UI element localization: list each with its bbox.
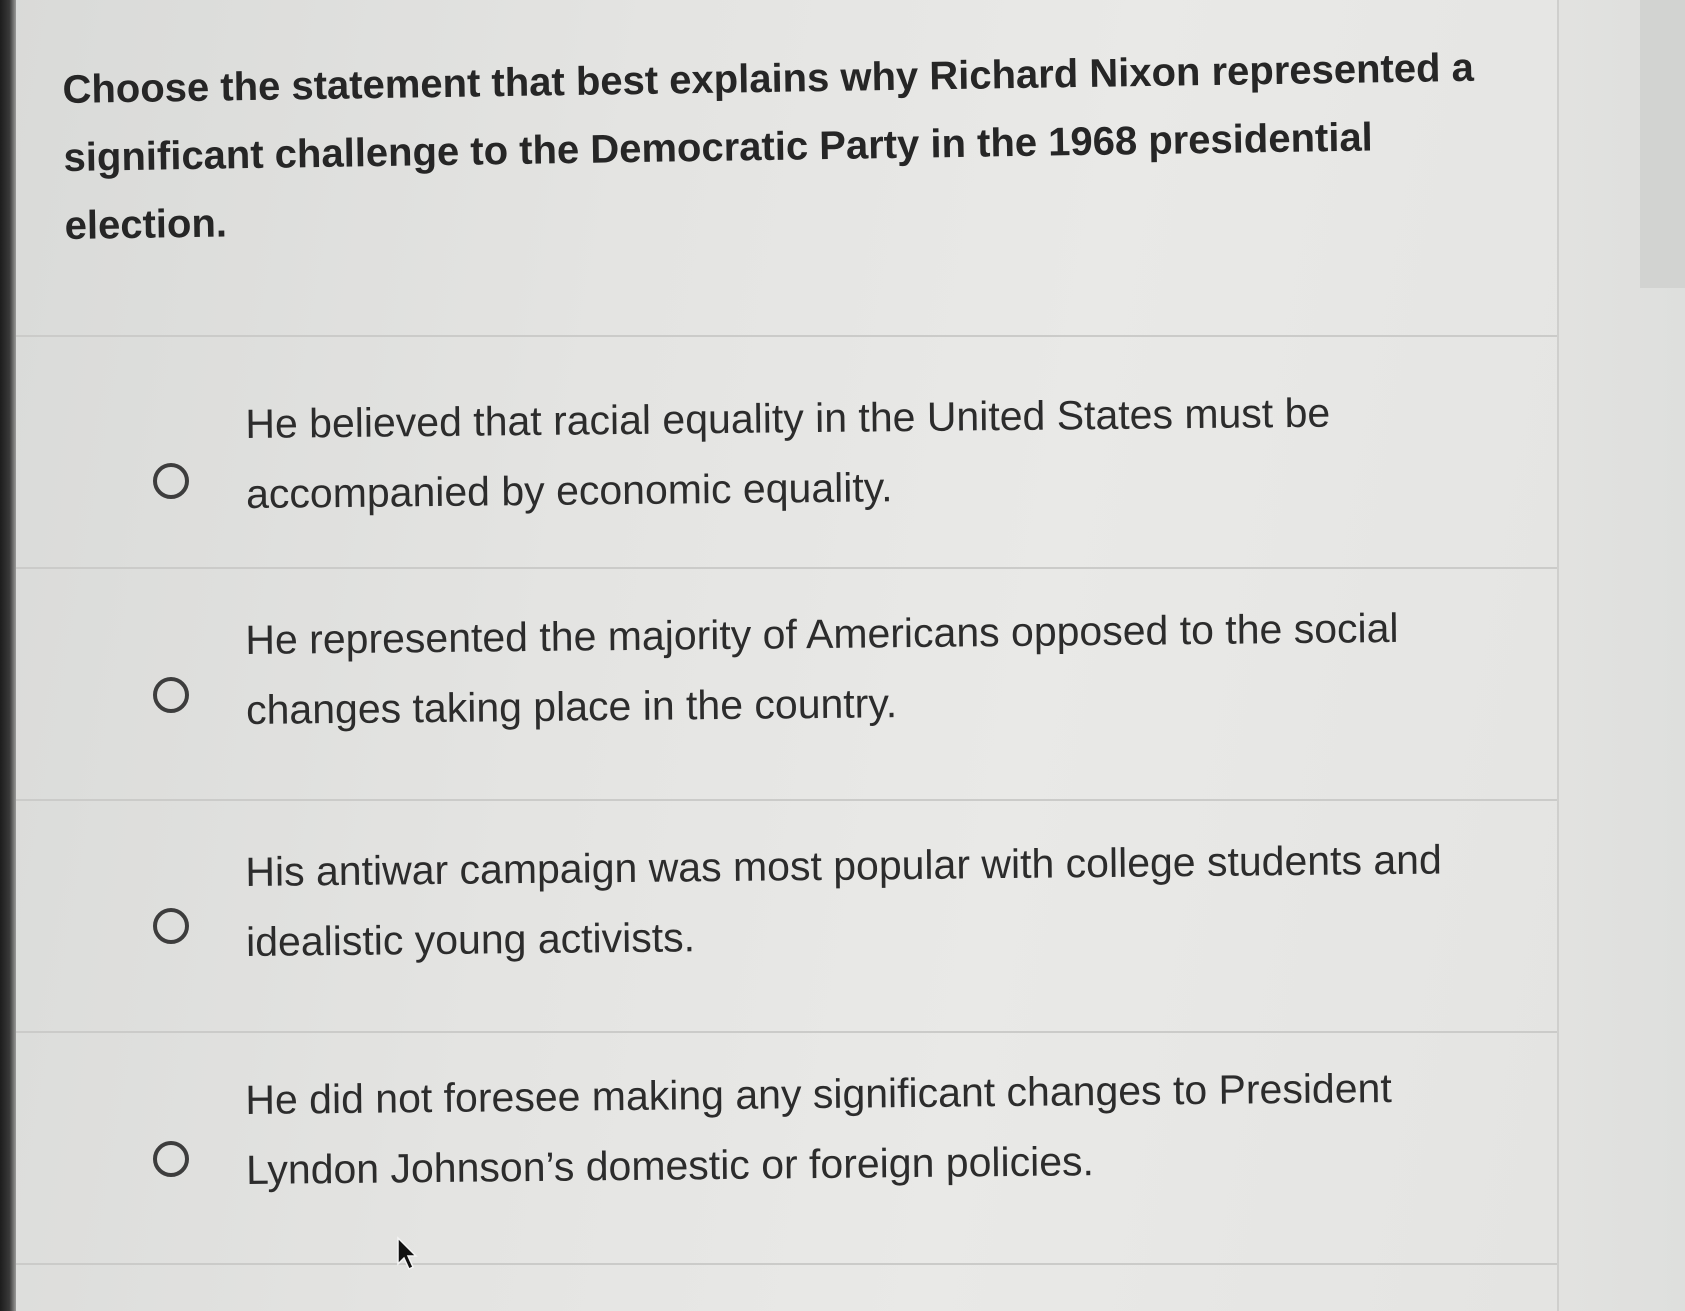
answer-option-3[interactable]: His antiwar campaign was most popular wi… <box>16 801 1557 1033</box>
radio-button-3[interactable] <box>153 908 189 944</box>
answer-option-4[interactable]: He did not foresee making any significan… <box>16 1033 1557 1265</box>
answer-option-2[interactable]: He represented the majority of Americans… <box>16 569 1557 801</box>
answer-option-1[interactable]: He believed that racial equality in the … <box>16 337 1557 569</box>
answer-option-label: He believed that racial equality in the … <box>245 389 1331 517</box>
scrollbar-thumb[interactable] <box>1640 0 1685 288</box>
answer-option-label: He did not foresee making any significan… <box>245 1064 1392 1193</box>
mouse-cursor-icon <box>397 1236 418 1271</box>
answer-option-label: His antiwar campaign was most popular wi… <box>245 836 1442 965</box>
monitor-bezel <box>0 0 16 1311</box>
radio-button-1[interactable] <box>153 463 189 499</box>
radio-button-4[interactable] <box>153 1141 189 1177</box>
radio-button-2[interactable] <box>153 677 189 713</box>
question-prompt: Choose the statement that best explains … <box>62 45 1475 248</box>
screen: Choose the statement that best explains … <box>0 0 1685 1311</box>
question-card: Choose the statement that best explains … <box>16 0 1559 1311</box>
answer-option-label: He represented the majority of Americans… <box>245 604 1399 733</box>
